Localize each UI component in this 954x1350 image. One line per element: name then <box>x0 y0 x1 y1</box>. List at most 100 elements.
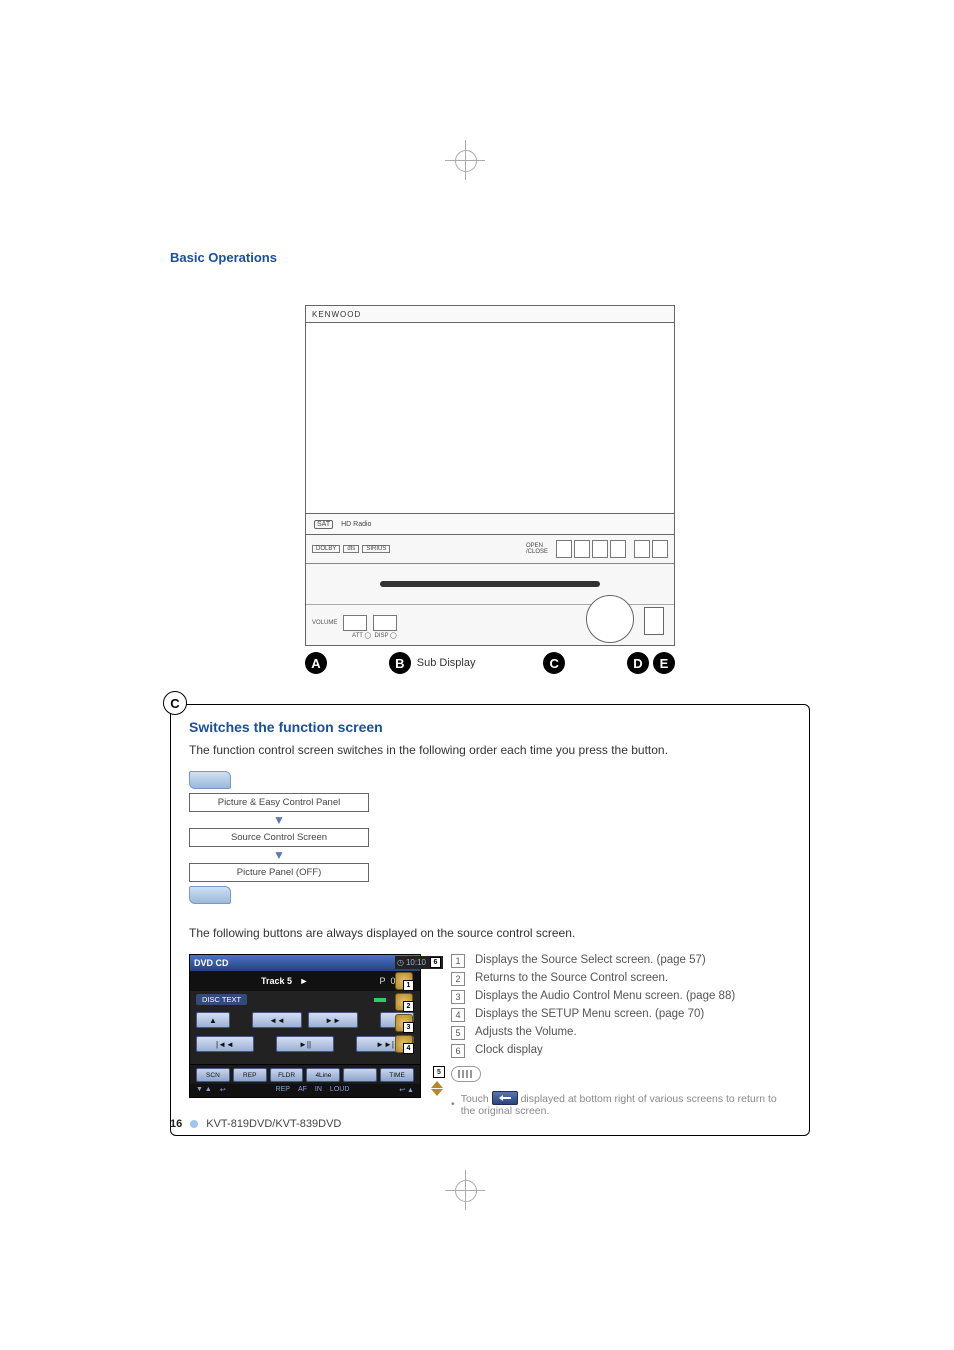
callout-c: C <box>543 652 565 674</box>
eject-button[interactable]: ▲ <box>196 1012 230 1028</box>
page-footer: 16 KVT-819DVD/KVT-839DVD <box>170 1118 341 1130</box>
return-button-icon <box>492 1091 518 1105</box>
blank-button[interactable] <box>343 1068 377 1082</box>
numbered-list: 1 Displays the Source Select screen. (pag… <box>451 954 791 1058</box>
flow-arrow-icon <box>189 771 231 789</box>
hu-button-group <box>556 540 626 558</box>
callout-b: B <box>389 652 411 674</box>
box-mid-text: The following buttons are always display… <box>189 924 791 942</box>
hu-badge: dts <box>343 545 359 553</box>
list-item: Displays the SETUP Menu screen. (page 70… <box>475 1008 704 1022</box>
ui-title: DVD CD <box>194 958 229 968</box>
list-num: 1 <box>451 954 465 968</box>
list-item: Displays the Audio Control Menu screen. … <box>475 990 735 1004</box>
monitor-screen <box>306 323 674 513</box>
footer-dot-icon <box>190 1120 198 1128</box>
clock-icon: ◷ <box>397 958 404 967</box>
hu-vol-down <box>343 615 367 631</box>
strip-badge-hd: HD Radio <box>341 521 371 528</box>
flow-diagram: Picture & Easy Control Panel ▼ Source Co… <box>189 771 369 904</box>
monitor-brand: KENWOOD <box>306 306 674 323</box>
list-num: 3 <box>451 990 465 1004</box>
play-icon: ► <box>300 976 309 986</box>
rewind-button[interactable]: ◄◄ <box>252 1012 302 1028</box>
ui-disc-text: DISC TEXT <box>196 994 247 1005</box>
status-loud: LOUD <box>330 1086 349 1094</box>
source-control-screen: DVD CD ✕ Track 5 ► P 0:05 DISC TEXT <box>189 954 421 1098</box>
ui-prog-p: P <box>379 976 385 986</box>
status-rep: REP <box>276 1086 290 1094</box>
device-illustration: KENWOOD SAT HD Radio DOLBY dts SIRIUS OP… <box>305 305 675 674</box>
hu-label: OPEN/CLOSE <box>526 543 548 555</box>
hu-knob <box>586 595 634 643</box>
sub-display-label: Sub Display <box>417 657 476 669</box>
ui-clock: ◷ 10:10 6 <box>395 956 443 969</box>
status-return-icon: ↩ <box>220 1086 226 1094</box>
flow-arrow: ▼ <box>189 849 369 861</box>
hu-badge: DOLBY <box>312 545 340 553</box>
callout-num-3: 3 <box>403 1022 414 1033</box>
callout-num-2: 2 <box>403 1001 414 1012</box>
list-num: 6 <box>451 1044 465 1058</box>
volume-arrows[interactable] <box>431 1081 443 1096</box>
callout-num-6: 6 <box>430 957 441 968</box>
side-button-1[interactable]: 1 <box>395 972 413 990</box>
scn-button[interactable]: SCN <box>196 1068 230 1082</box>
hu-eject <box>644 607 664 635</box>
flow-arrow-icon <box>189 886 231 904</box>
time-button[interactable]: TIME <box>380 1068 414 1082</box>
flow-node-2: Source Control Screen <box>189 828 369 847</box>
list-num: 2 <box>451 972 465 986</box>
callout-d: D <box>627 652 649 674</box>
callout-num-5: 5 <box>433 1066 445 1078</box>
hu-button-group <box>634 540 668 558</box>
callout-num-1: 1 <box>403 980 414 991</box>
strip-badge-sat: SAT <box>314 520 333 529</box>
hu-label: ATT ◯ DISP ◯ <box>352 632 397 639</box>
flow-node-1: Picture & Easy Control Panel <box>189 793 369 812</box>
side-button-3[interactable]: 3 <box>395 1014 413 1032</box>
list-item: Returns to the Source Control screen. <box>475 972 668 986</box>
status-arrows: ▼ ▲ <box>196 1086 212 1094</box>
list-item: Clock display <box>475 1044 543 1058</box>
hu-badge: SIRIUS <box>362 545 390 553</box>
note-icon <box>451 1066 481 1082</box>
list-num: 4 <box>451 1008 465 1022</box>
fldr-button[interactable]: FLDR <box>270 1068 304 1082</box>
status-in: IN <box>315 1086 322 1094</box>
section-title: Basic Operations <box>170 250 810 265</box>
side-button-4[interactable]: 4 <box>395 1035 413 1053</box>
callout-a: A <box>305 652 327 674</box>
play-pause-button[interactable]: ►|| <box>276 1036 334 1052</box>
callout-num-4: 4 <box>403 1043 414 1054</box>
footer-model: KVT-819DVD/KVT-839DVD <box>206 1118 341 1130</box>
status-return-icon: ↩ ▲ <box>399 1086 414 1094</box>
box-badge-c: C <box>163 691 187 715</box>
prev-track-button[interactable]: |◄◄ <box>196 1036 254 1052</box>
flow-node-3: Picture Panel (OFF) <box>189 863 369 882</box>
crop-mark-bottom <box>445 1170 485 1210</box>
disc-slot <box>380 581 600 587</box>
function-screen-box: C Switches the function screen The funct… <box>170 704 810 1136</box>
box-heading: Switches the function screen <box>189 719 791 735</box>
fastforward-button[interactable]: ►► <box>308 1012 358 1028</box>
list-num: 5 <box>451 1026 465 1040</box>
hu-vol-up <box>373 615 397 631</box>
status-af: AF <box>298 1086 307 1094</box>
side-button-2[interactable]: 2 <box>395 993 413 1011</box>
page-number: 16 <box>170 1118 182 1130</box>
ui-track: Track 5 <box>261 976 292 986</box>
callout-e: E <box>653 652 675 674</box>
crop-mark-top <box>445 140 485 180</box>
list-item: Displays the Source Select screen. (page… <box>475 954 706 968</box>
flow-arrow: ▼ <box>189 814 369 826</box>
monitor-strip: SAT HD Radio <box>306 513 674 534</box>
hu-label: VOLUME <box>312 620 337 626</box>
note-text-a: Touch <box>461 1093 489 1105</box>
4line-button[interactable]: 4Line <box>306 1068 340 1082</box>
rep-button[interactable]: REP <box>233 1068 267 1082</box>
box-intro: The function control screen switches in … <box>189 741 791 759</box>
list-item: Adjusts the Volume. <box>475 1026 577 1040</box>
note-block: • Touch displayed at bottom right of var… <box>451 1066 791 1117</box>
ui-screen-wrap: DVD CD ✕ Track 5 ► P 0:05 DISC TEXT <box>189 954 421 1098</box>
